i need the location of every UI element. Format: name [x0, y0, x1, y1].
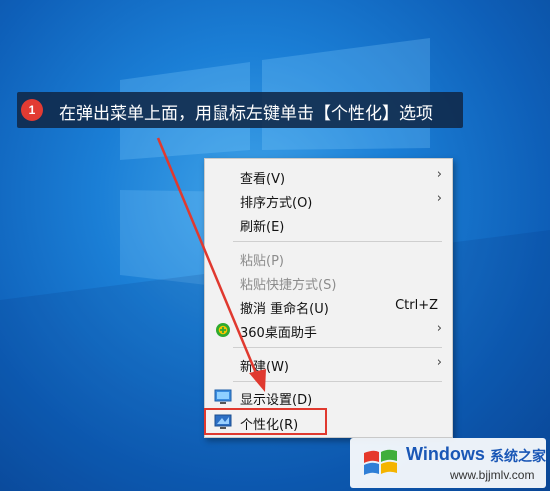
watermark: Windows 系统之家 www.bjjmlv.com — [350, 438, 546, 488]
watermark-brand: Windows — [406, 444, 485, 464]
pointer-arrow — [156, 137, 266, 392]
watermark-url: www.bjjmlv.com — [450, 468, 535, 482]
windows-flag-icon — [364, 449, 397, 475]
watermark-name: 系统之家 — [490, 449, 546, 465]
